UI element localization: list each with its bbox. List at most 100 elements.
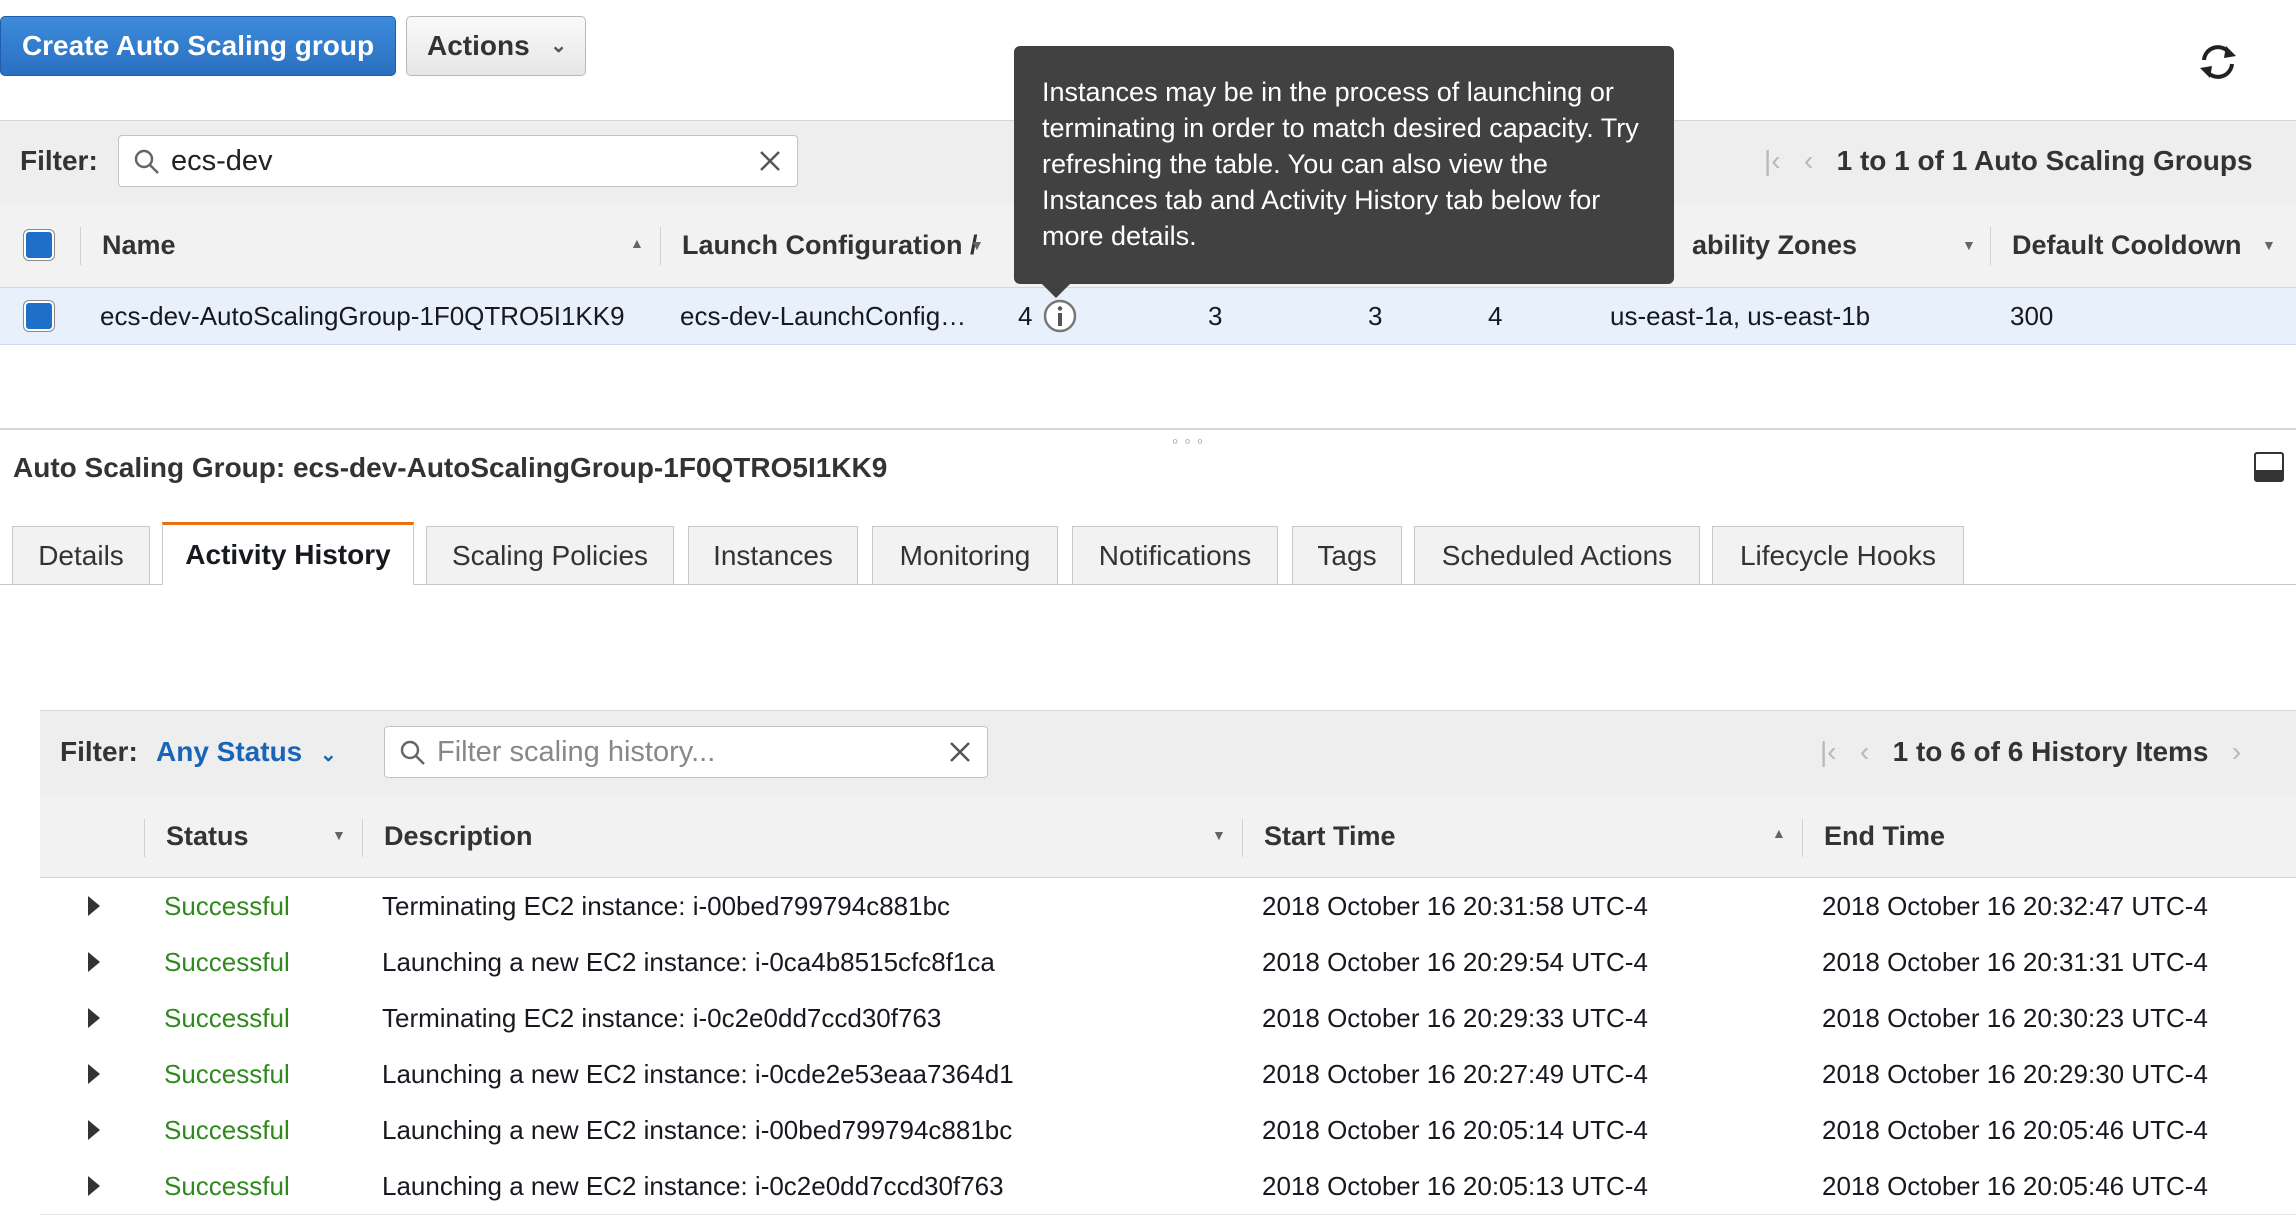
- groups-pager-text: 1 to 1 of 1 Auto Scaling Groups: [1836, 145, 2253, 176]
- tab-instances[interactable]: Instances: [688, 526, 858, 584]
- tab-lifecycle-hooks[interactable]: Lifecycle Hooks: [1712, 526, 1964, 584]
- row-end-time: 2018 October 16 20:30:23 UTC-4: [1822, 1003, 2208, 1033]
- table-row[interactable]: Successful Launching a new EC2 instance:…: [40, 1102, 2296, 1159]
- expand-row-icon[interactable]: [88, 952, 100, 972]
- col-header-default-cooldown[interactable]: Default Cooldown: [2012, 203, 2241, 287]
- chevron-down-icon: ⌄: [550, 35, 567, 57]
- group-min-size: 3: [1368, 301, 1383, 331]
- group-default-cooldown: 300: [2010, 301, 2054, 331]
- splitter-handle-icon[interactable]: ◦◦◦: [1172, 431, 1209, 452]
- filter-label: Filter:: [20, 145, 98, 176]
- table-row[interactable]: Successful Launching a new EC2 instance:…: [40, 934, 2296, 991]
- group-launch-config: ecs-dev-LaunchConfig…: [680, 301, 967, 331]
- prev-page-icon[interactable]: ‹: [1860, 736, 1869, 767]
- tab-details[interactable]: Details: [12, 526, 150, 584]
- col-header-availability-zones[interactable]: ability Zones: [1692, 203, 1857, 287]
- clear-search-icon[interactable]: [757, 148, 783, 174]
- sort-asc-icon: ▲: [1772, 825, 1786, 841]
- detail-panel-title: Auto Scaling Group: ecs-dev-AutoScalingG…: [13, 452, 888, 483]
- row-end-time: 2018 October 16 20:29:30 UTC-4: [1822, 1059, 2208, 1089]
- search-icon: [134, 149, 159, 174]
- history-pager-text: 1 to 6 of 6 History Items: [1892, 736, 2209, 767]
- group-max-size: 4: [1488, 301, 1503, 331]
- table-row[interactable]: Successful Launching a new EC2 instance:…: [40, 1046, 2296, 1103]
- column-menu-icon[interactable]: ▼: [2262, 237, 2276, 253]
- row-end-time: 2018 October 16 20:05:46 UTC-4: [1822, 1171, 2208, 1201]
- row-start-time: 2018 October 16 20:29:54 UTC-4: [1262, 947, 1648, 977]
- row-status: Successful: [164, 1171, 290, 1201]
- info-icon[interactable]: [1042, 298, 1078, 334]
- row-status: Successful: [164, 1003, 290, 1033]
- groups-pager: |‹ ‹ 1 to 1 of 1 Auto Scaling Groups: [1764, 145, 2253, 177]
- row-description: Launching a new EC2 instance: i-0ca4b851…: [382, 947, 995, 977]
- row-start-time: 2018 October 16 20:05:14 UTC-4: [1262, 1115, 1648, 1145]
- status-filter-value: Any Status: [156, 736, 303, 767]
- tooltip-arrow: [1042, 284, 1070, 298]
- row-status: Successful: [164, 1059, 290, 1089]
- expand-row-icon[interactable]: [88, 896, 100, 916]
- col-header-description[interactable]: Description: [384, 795, 533, 877]
- table-row[interactable]: Successful Terminating EC2 instance: i-0…: [40, 878, 2296, 935]
- row-description: Launching a new EC2 instance: i-0c2e0dd7…: [382, 1171, 1004, 1201]
- status-filter-dropdown[interactable]: Any Status ⌄: [156, 736, 337, 768]
- history-filter-bar: Filter: Any Status ⌄ Filter scaling hist…: [40, 710, 2296, 796]
- col-header-start-time[interactable]: Start Time: [1264, 795, 1396, 877]
- row-start-time: 2018 October 16 20:05:13 UTC-4: [1262, 1171, 1648, 1201]
- row-status: Successful: [164, 947, 290, 977]
- row-description: Terminating EC2 instance: i-0c2e0dd7ccd3…: [382, 1003, 942, 1033]
- minimize-panel-icon[interactable]: [2254, 452, 2284, 482]
- capacity-tooltip: Instances may be in the process of launc…: [1014, 46, 1674, 298]
- groups-search-value: ecs-dev: [171, 145, 273, 177]
- tab-scaling-policies[interactable]: Scaling Policies: [426, 526, 674, 584]
- prev-page-icon[interactable]: ‹: [1804, 145, 1813, 176]
- actions-dropdown-button[interactable]: Actions ⌄: [406, 16, 586, 76]
- clear-search-icon[interactable]: [947, 739, 973, 765]
- row-status: Successful: [164, 891, 290, 921]
- tooltip-text: Instances may be in the process of launc…: [1042, 77, 1639, 251]
- row-end-time: 2018 October 16 20:32:47 UTC-4: [1822, 891, 2208, 921]
- row-start-time: 2018 October 16 20:27:49 UTC-4: [1262, 1059, 1648, 1089]
- first-page-icon[interactable]: |‹: [1764, 145, 1781, 176]
- table-row[interactable]: ecs-dev-AutoScalingGroup-1F0QTRO5I1KK9 e…: [0, 288, 2296, 345]
- expand-row-icon[interactable]: [88, 1120, 100, 1140]
- row-end-time: 2018 October 16 20:31:31 UTC-4: [1822, 947, 2208, 977]
- row-status: Successful: [164, 1115, 290, 1145]
- col-header-end-time[interactable]: End Time: [1824, 795, 1945, 877]
- row-checkbox[interactable]: [24, 301, 54, 331]
- expand-row-icon[interactable]: [88, 1064, 100, 1084]
- col-header-launch-config[interactable]: Launch Configuration /: [682, 203, 977, 287]
- history-search-input[interactable]: Filter scaling history...: [384, 726, 988, 778]
- col-header-status[interactable]: Status: [166, 795, 249, 877]
- select-all-checkbox[interactable]: [24, 230, 54, 260]
- row-start-time: 2018 October 16 20:31:58 UTC-4: [1262, 891, 1648, 921]
- create-auto-scaling-group-button[interactable]: Create Auto Scaling group: [0, 16, 396, 76]
- tab-scheduled-actions[interactable]: Scheduled Actions: [1414, 526, 1700, 584]
- column-menu-icon[interactable]: ▼: [1212, 827, 1226, 843]
- expand-row-icon[interactable]: [88, 1176, 100, 1196]
- column-menu-icon[interactable]: ▼: [1962, 237, 1976, 253]
- first-page-icon[interactable]: |‹: [1820, 736, 1837, 767]
- row-description: Terminating EC2 instance: i-00bed799794c…: [382, 891, 951, 921]
- tab-activity-history[interactable]: Activity History: [162, 522, 414, 585]
- group-instances-count: 4: [1018, 301, 1033, 331]
- next-page-icon[interactable]: ›: [2232, 736, 2241, 767]
- column-menu-icon[interactable]: ▼: [332, 827, 346, 843]
- tab-monitoring[interactable]: Monitoring: [872, 526, 1058, 584]
- row-description: Launching a new EC2 instance: i-00bed799…: [382, 1115, 1013, 1145]
- tab-notifications[interactable]: Notifications: [1072, 526, 1278, 584]
- groups-search-input[interactable]: ecs-dev: [118, 135, 798, 187]
- history-filter-label: Filter:: [60, 736, 138, 767]
- history-search-placeholder: Filter scaling history...: [437, 736, 716, 768]
- panel-splitter[interactable]: [0, 428, 2296, 430]
- table-row[interactable]: Successful Launching a new EC2 instance:…: [40, 1158, 2296, 1215]
- tab-tags[interactable]: Tags: [1292, 526, 1402, 584]
- refresh-icon[interactable]: [2196, 40, 2240, 84]
- search-icon: [400, 740, 425, 765]
- table-row[interactable]: Successful Terminating EC2 instance: i-0…: [40, 990, 2296, 1047]
- history-pager: |‹ ‹ 1 to 6 of 6 History Items ›: [1820, 736, 2241, 768]
- col-header-name[interactable]: Name: [102, 203, 176, 287]
- row-end-time: 2018 October 16 20:05:46 UTC-4: [1822, 1115, 2208, 1145]
- column-menu-icon[interactable]: ▼: [970, 237, 984, 253]
- expand-row-icon[interactable]: [88, 1008, 100, 1028]
- chevron-down-icon: ⌄: [320, 744, 337, 766]
